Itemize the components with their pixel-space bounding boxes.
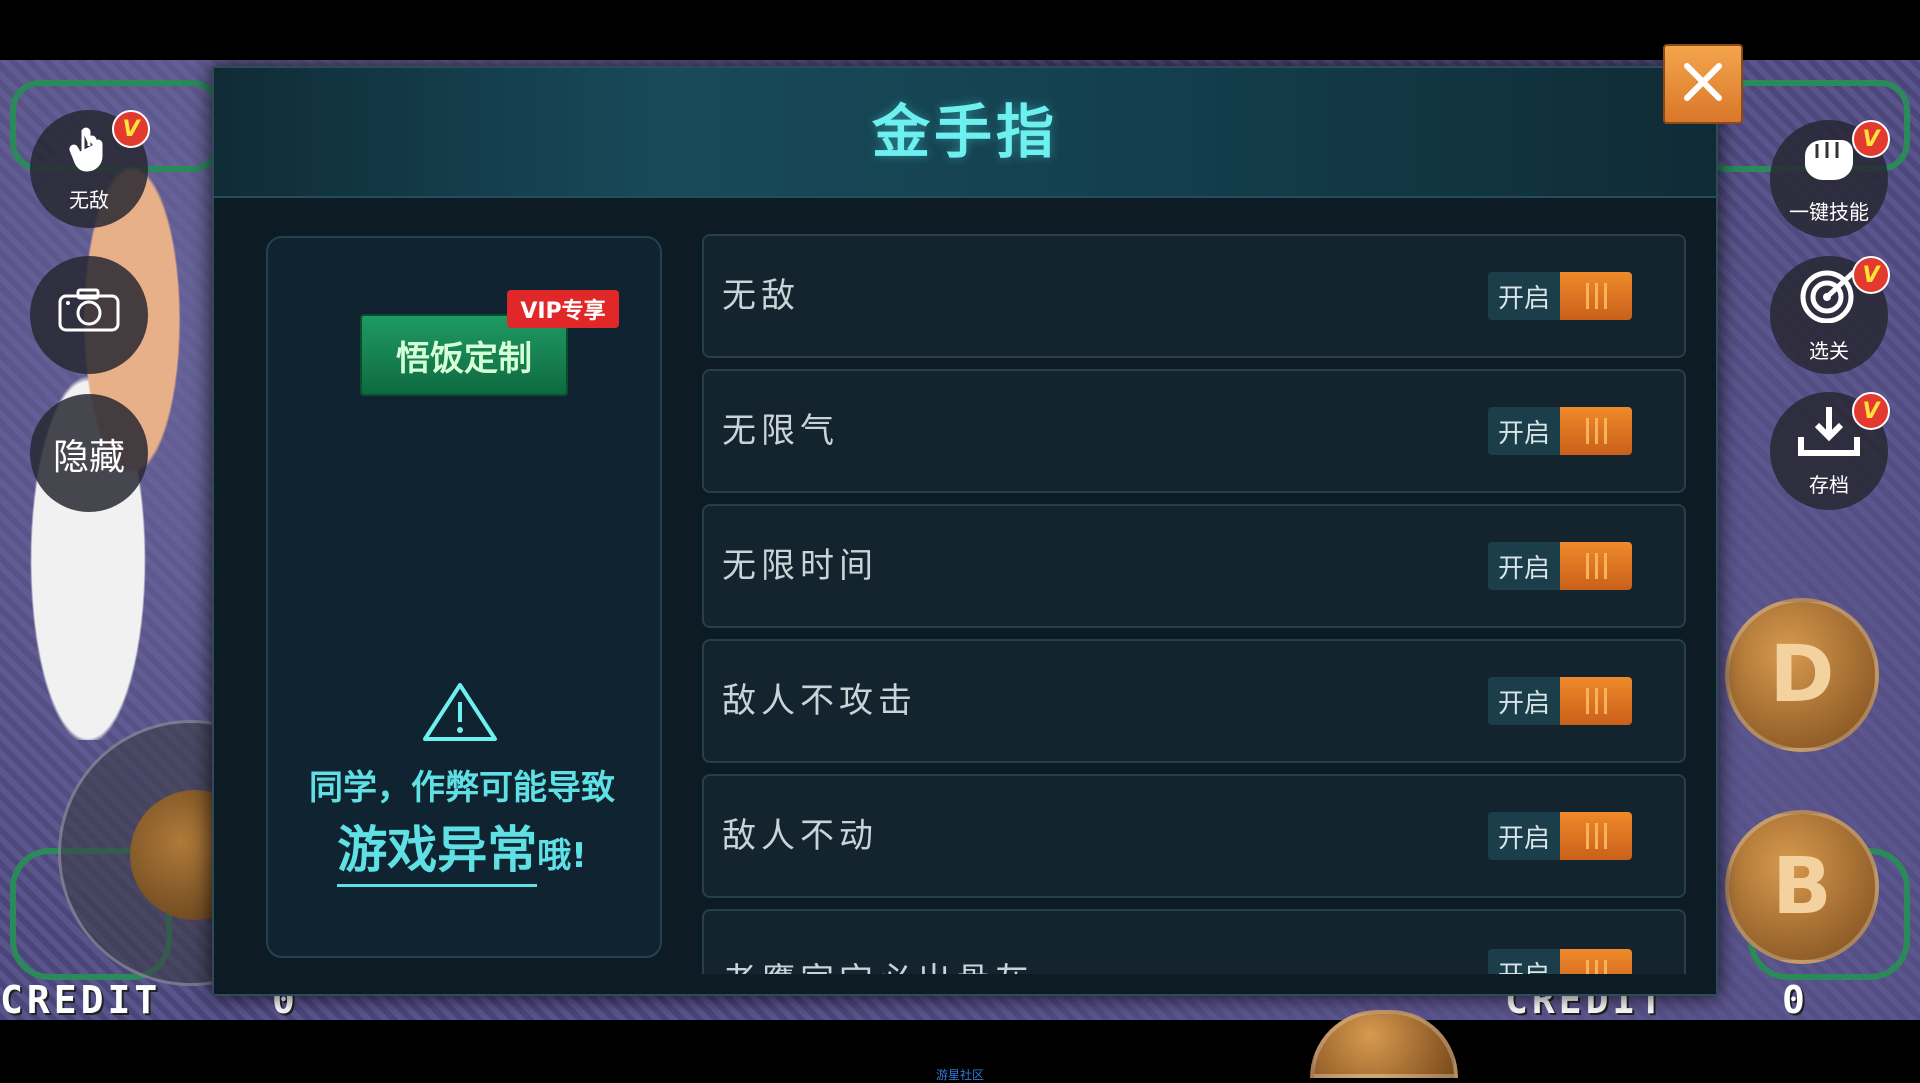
toggle-knob: [1560, 677, 1632, 725]
toggle-knob: [1560, 812, 1632, 860]
dialog-title: 金手指: [871, 98, 1058, 166]
level-select-label: 选关: [1809, 338, 1849, 363]
cheat-name: 无限时间: [722, 546, 878, 586]
warning-emphasis: 游戏异常: [337, 810, 538, 887]
hide-button[interactable]: 隐藏: [30, 394, 148, 512]
toggle-label: 开启: [1488, 949, 1560, 974]
cheat-name: 无敌: [722, 276, 800, 316]
cheat-toggle[interactable]: 开启: [1488, 949, 1632, 974]
toggle-label: 开启: [1488, 677, 1560, 725]
cheat-name: 敌人不动: [722, 816, 878, 856]
credit-value-right: 0: [1782, 978, 1805, 1022]
toggle-label: 开启: [1488, 542, 1560, 590]
watermark: 游星社区: [936, 1068, 985, 1082]
toggle-knob: [1560, 542, 1632, 590]
check-badge: V: [112, 110, 150, 148]
toggle-label: 开启: [1488, 812, 1560, 860]
cheat-toggle[interactable]: 开启: [1488, 542, 1632, 590]
warning-text-2: 游戏异常哦!: [266, 810, 658, 887]
one-key-skill-label: 一键技能: [1789, 199, 1869, 224]
save-state-button[interactable]: 存档 V: [1770, 392, 1890, 510]
close-button[interactable]: [1663, 44, 1743, 124]
toggle-knob: [1560, 272, 1632, 320]
hand-pointer-icon: [69, 126, 109, 182]
toggle-label: 开启: [1488, 272, 1560, 320]
cheat-toggle[interactable]: 开启: [1488, 407, 1632, 455]
cheat-name: 无限气: [722, 411, 839, 451]
cheat-row: 敌人不动 开启: [702, 774, 1686, 898]
save-state-label: 存档: [1809, 472, 1849, 497]
cheat-toggle[interactable]: 开启: [1488, 812, 1632, 860]
cheat-name: 敌人不攻击: [722, 681, 917, 721]
camera-icon: [58, 288, 120, 342]
toggle-knob: [1560, 407, 1632, 455]
level-select-button[interactable]: 选关 V: [1770, 256, 1890, 374]
hide-label: 隐藏: [52, 437, 125, 478]
credit-label-left: CREDIT: [0, 978, 162, 1022]
invincible-label: 无敌: [69, 187, 109, 212]
action-button-b[interactable]: B: [1725, 810, 1879, 964]
one-key-skill-button[interactable]: 一键技能 V: [1770, 120, 1890, 238]
toggle-knob: [1560, 949, 1632, 974]
check-badge: V: [1852, 392, 1890, 430]
cheat-row: 敌人不攻击 开启: [702, 639, 1686, 763]
cheat-row: 无敌 开启: [702, 234, 1686, 358]
action-button-partial[interactable]: [1310, 1010, 1458, 1078]
cheat-row: 老鹰家宝必出骨灰 开启: [702, 909, 1686, 974]
check-badge: V: [1852, 256, 1890, 294]
invincible-button[interactable]: 无敌 V: [30, 110, 150, 228]
close-icon: [1681, 60, 1725, 108]
cheat-list[interactable]: 无敌 开启 无限气 开启 无限时间 开启 敌人不攻击 开启 敌人不动 开启: [702, 234, 1686, 974]
cheat-row: 无限时间 开启: [702, 504, 1686, 628]
cheat-name: 老鹰家宝必出骨灰: [722, 921, 1034, 974]
warning-tail: 哦!: [537, 836, 587, 876]
cheat-row: 无限气 开启: [702, 369, 1686, 493]
cheat-toggle[interactable]: 开启: [1488, 677, 1632, 725]
vip-badge: VIP专享: [507, 290, 619, 328]
warning-text: 同学，作弊可能导致: [309, 768, 615, 808]
screenshot-button[interactable]: [30, 256, 148, 374]
action-button-d[interactable]: D: [1725, 598, 1879, 752]
cheat-toggle[interactable]: 开启: [1488, 272, 1632, 320]
warning-icon: [422, 682, 498, 742]
check-badge: V: [1852, 120, 1890, 158]
target-icon: [1799, 267, 1859, 333]
toggle-label: 开启: [1488, 407, 1560, 455]
